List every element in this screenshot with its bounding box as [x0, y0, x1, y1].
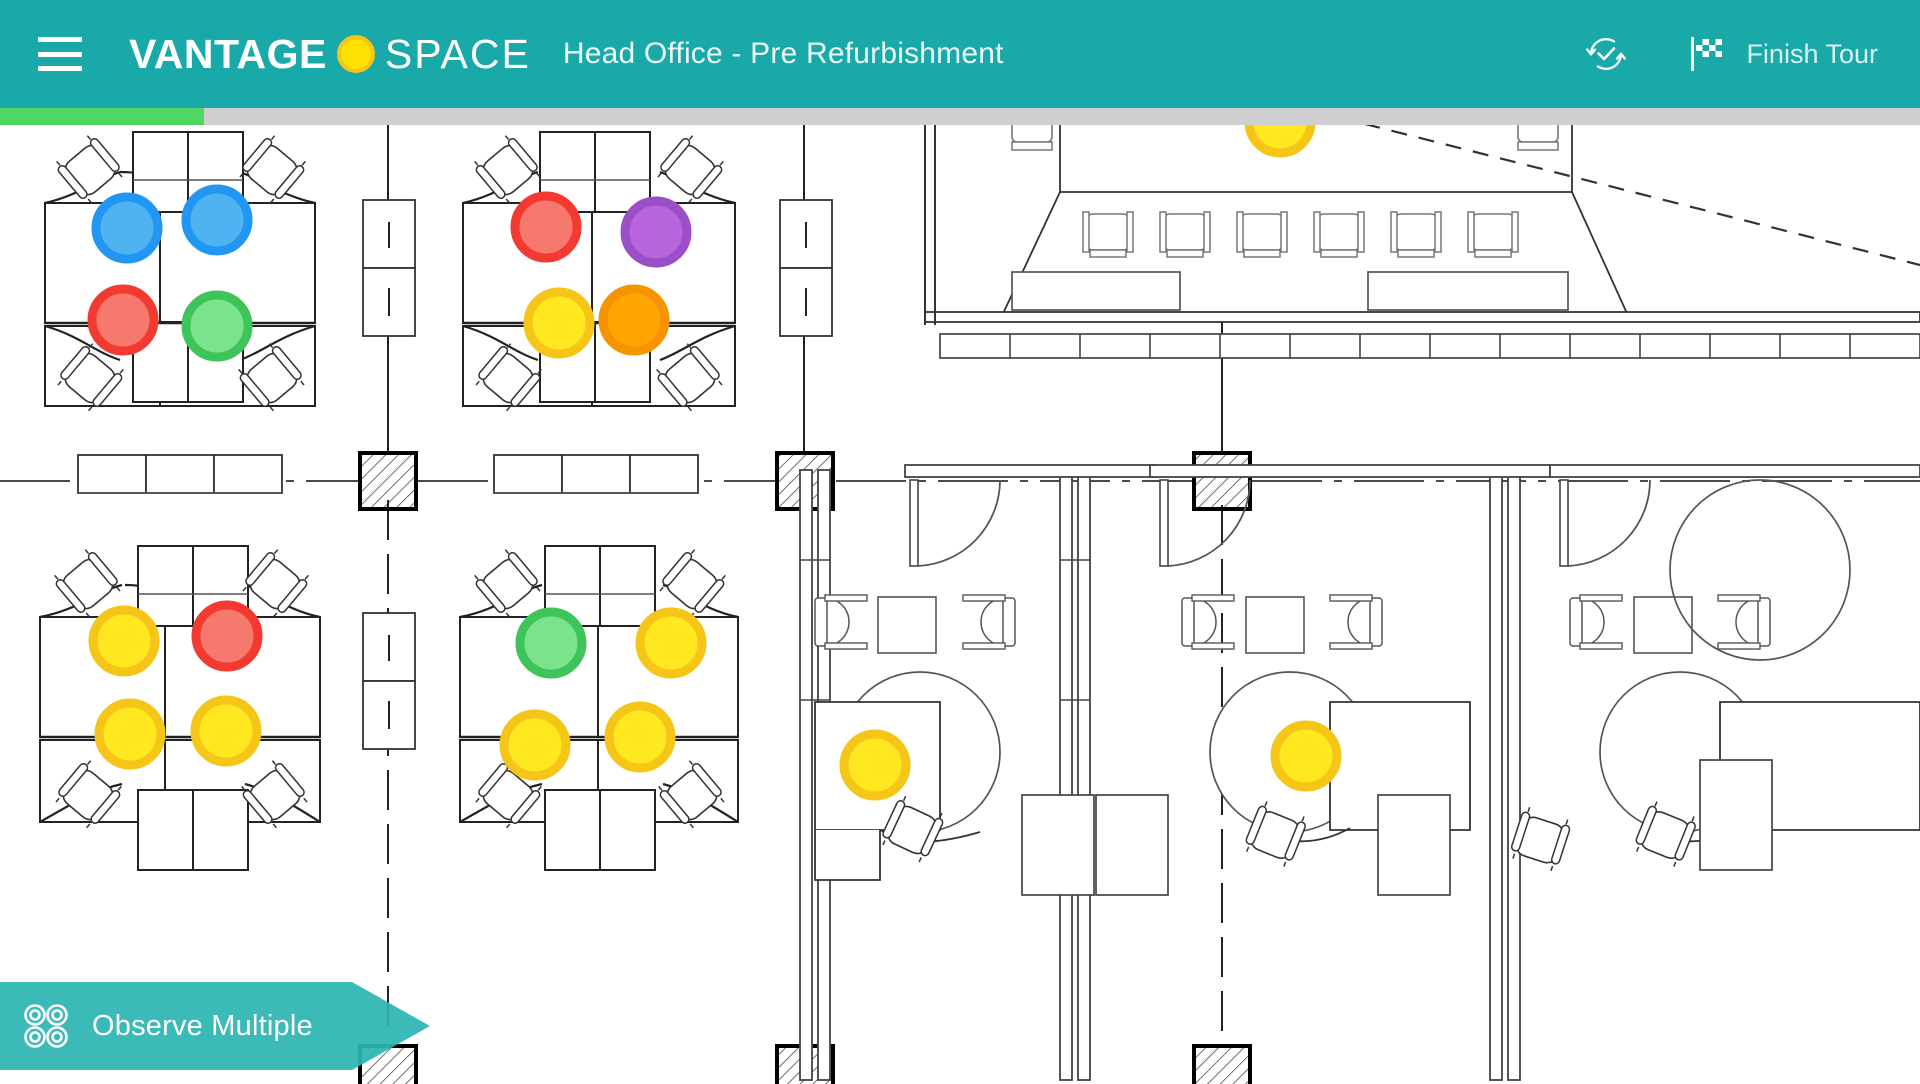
marker-blue[interactable]	[91, 192, 163, 264]
hamburger-bar-3	[38, 66, 82, 71]
four-circles-icon	[22, 1002, 70, 1050]
occupancy-marker[interactable]	[181, 290, 253, 362]
marker-red[interactable]	[87, 284, 159, 356]
desk-cluster-3[interactable]	[39, 545, 321, 871]
occupancy-marker[interactable]	[510, 191, 582, 263]
header-actions: Finish Tour	[1584, 0, 1920, 108]
observe-multiple-label: Observe Multiple	[92, 1009, 313, 1042]
observe-multiple-button[interactable]: Observe Multiple	[0, 982, 430, 1070]
hamburger-bar-1	[38, 37, 82, 42]
marker-yellow[interactable]	[94, 698, 166, 770]
occupancy-marker[interactable]	[181, 184, 253, 256]
finish-tour-button[interactable]: Finish Tour	[1688, 34, 1878, 74]
brand-name-vantage: VANTAGE	[129, 30, 327, 77]
occupancy-marker[interactable]	[87, 284, 159, 356]
hamburger-menu-icon[interactable]	[38, 37, 82, 71]
sync-check-icon[interactable]	[1584, 32, 1628, 76]
occupancy-marker[interactable]	[191, 600, 263, 672]
storage-cabinets-right[interactable]	[493, 454, 699, 494]
occupancy-marker[interactable]	[88, 605, 160, 677]
locker-stack-left[interactable]	[362, 199, 416, 337]
checkered-flag-svg	[1691, 37, 1723, 71]
app-header: VANTAGE SPACE Head Office - Pre Refurbis…	[0, 0, 1920, 108]
marker-yellow[interactable]	[499, 709, 571, 781]
door-swing-3[interactable]	[1559, 479, 1651, 567]
finish-tour-label: Finish Tour	[1746, 38, 1878, 69]
storage-cabinets-left[interactable]	[77, 454, 283, 494]
tour-progress-fill	[0, 108, 204, 125]
office-3-tub-chairs[interactable]	[1569, 594, 1771, 654]
occupancy-marker[interactable]	[94, 698, 166, 770]
occupancy-marker[interactable]	[620, 196, 692, 268]
marker-yellow[interactable]	[1270, 720, 1342, 792]
marker-yellow[interactable]	[88, 605, 160, 677]
marker-yellow[interactable]	[604, 701, 676, 773]
marker-yellow[interactable]	[1244, 125, 1316, 158]
door-swing-1[interactable]	[909, 479, 1001, 567]
locker-stack-lower[interactable]	[362, 612, 416, 750]
marker-blue[interactable]	[181, 184, 253, 256]
four-circles-svg	[24, 1004, 68, 1048]
desk-cluster-4[interactable]	[459, 545, 739, 871]
checkered-flag-icon	[1688, 34, 1728, 74]
occupancy-marker[interactable]	[91, 192, 163, 264]
private-office-1[interactable]	[814, 594, 1016, 881]
occupancy-marker[interactable]	[598, 284, 670, 356]
column-f	[1192, 1044, 1252, 1084]
marker-yellow[interactable]	[523, 287, 595, 359]
marker-green[interactable]	[515, 607, 587, 679]
marker-yellow[interactable]	[635, 607, 707, 679]
occupancy-marker[interactable]	[190, 695, 262, 767]
column-c	[1192, 451, 1252, 511]
occupancy-marker[interactable]	[523, 287, 595, 359]
conference-room[interactable]	[924, 125, 1920, 359]
marker-red[interactable]	[191, 600, 263, 672]
observe-banner-content: Observe Multiple	[0, 982, 313, 1070]
marker-yellow[interactable]	[190, 695, 262, 767]
brand-name-space: SPACE	[384, 30, 531, 77]
occupancy-marker[interactable]	[635, 607, 707, 679]
marker-red[interactable]	[510, 191, 582, 263]
occupancy-marker[interactable]	[499, 709, 571, 781]
occupancy-marker[interactable]	[604, 701, 676, 773]
office-2-tub-chairs[interactable]	[1181, 594, 1383, 654]
application-root: VANTAGE SPACE Head Office - Pre Refurbis…	[0, 0, 1920, 1084]
occupancy-marker[interactable]	[515, 607, 587, 679]
yellow-circle-logo-icon	[336, 35, 375, 73]
marker-orange[interactable]	[598, 284, 670, 356]
desk-cluster-2[interactable]	[462, 131, 736, 415]
marker-yellow[interactable]	[839, 729, 911, 801]
marker-green[interactable]	[181, 290, 253, 362]
desk-cluster-1[interactable]	[44, 131, 316, 415]
tour-progress-track[interactable]	[0, 108, 1920, 125]
hamburger-bar-2	[38, 51, 82, 57]
conference-room-south-wall	[924, 311, 1920, 359]
page-title: Head Office - Pre Refurbishment	[562, 37, 1004, 70]
office-1-tub-chairs[interactable]	[814, 594, 1016, 654]
floorplan-svg	[0, 125, 1920, 1084]
floorplan-canvas[interactable]	[0, 125, 1920, 1084]
brand-logo[interactable]: VANTAGE SPACE	[129, 30, 531, 77]
column-a	[358, 451, 418, 511]
occupancy-marker[interactable]	[839, 729, 911, 801]
locker-stack-mid[interactable]	[779, 199, 833, 337]
floorplan-geometry	[0, 125, 1920, 1084]
sync-check-svg	[1586, 38, 1627, 70]
marker-purple[interactable]	[620, 196, 692, 268]
occupancy-marker[interactable]	[1270, 720, 1342, 792]
occupancy-marker[interactable]	[1244, 125, 1316, 158]
